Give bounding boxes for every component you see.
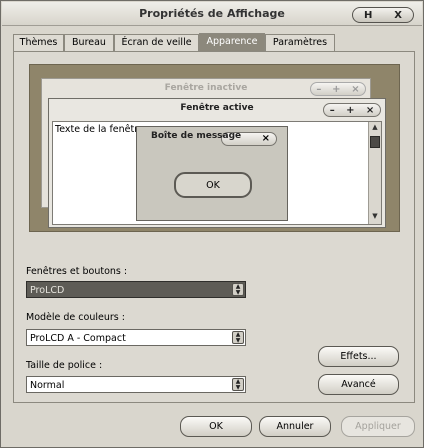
chevron-updown-icon[interactable]: ▲ ▼ bbox=[232, 331, 244, 344]
font-size-value: Normal bbox=[30, 380, 65, 391]
preview-scrollbar: ▲ ▼ bbox=[368, 122, 381, 224]
effects-button[interactable]: Effets... bbox=[318, 346, 399, 367]
preview-message-box: × Boîte de message OK bbox=[136, 126, 288, 221]
font-size-select[interactable]: Normal ▲ ▼ bbox=[26, 376, 246, 393]
apply-button[interactable]: Appliquer bbox=[341, 416, 415, 437]
windows-buttons-label: Fenêtres et boutons : bbox=[26, 266, 128, 277]
chevron-updown-icon[interactable]: ▲ ▼ bbox=[232, 283, 244, 296]
tab-appearance[interactable]: Apparence bbox=[199, 33, 265, 51]
title-bar[interactable]: Propriétés de Affichage H X bbox=[2, 2, 422, 26]
message-box-title: Boîte de message bbox=[151, 131, 242, 141]
title-bar-buttons: H X bbox=[352, 7, 414, 23]
tab-desktop[interactable]: Bureau bbox=[64, 34, 114, 51]
scroll-thumb bbox=[370, 136, 380, 148]
color-scheme-select[interactable]: ProLCD A - Compact ▲ ▼ bbox=[26, 329, 246, 346]
tab-screensaver[interactable]: Écran de veille bbox=[114, 34, 199, 51]
close-icon: × bbox=[365, 104, 375, 116]
inactive-window-controls: – + × bbox=[310, 82, 366, 96]
close-button[interactable]: X bbox=[394, 10, 402, 21]
maximize-icon: + bbox=[346, 104, 355, 116]
scroll-down-icon: ▼ bbox=[372, 212, 378, 220]
ok-button[interactable]: OK bbox=[180, 416, 252, 437]
maximize-icon: + bbox=[332, 83, 341, 95]
scroll-up-icon: ▲ bbox=[372, 123, 378, 131]
window-text: Texte de la fenêtre bbox=[55, 124, 144, 135]
tab-themes[interactable]: Thèmes bbox=[13, 34, 64, 51]
preview-ok-button: OK bbox=[174, 172, 252, 198]
color-scheme-label: Modèle de couleurs : bbox=[26, 312, 125, 323]
advanced-button[interactable]: Avancé bbox=[318, 374, 399, 395]
tab-settings[interactable]: Paramètres bbox=[265, 34, 335, 51]
windows-buttons-value: ProLCD bbox=[30, 285, 65, 296]
cancel-button[interactable]: Annuler bbox=[259, 416, 331, 437]
font-size-label: Taille de police : bbox=[26, 360, 103, 371]
minimize-icon: – bbox=[329, 104, 335, 116]
color-scheme-value: ProLCD A - Compact bbox=[30, 333, 126, 344]
active-window-controls: – + × bbox=[323, 103, 381, 117]
chevron-updown-icon[interactable]: ▲ ▼ bbox=[232, 378, 244, 391]
help-button[interactable]: H bbox=[364, 10, 372, 21]
minimize-icon: – bbox=[316, 83, 322, 95]
display-properties-window: Propriétés de Affichage H X Thèmes Burea… bbox=[0, 0, 424, 448]
close-icon: × bbox=[351, 83, 360, 95]
windows-buttons-select[interactable]: ProLCD ▲ ▼ bbox=[26, 281, 246, 298]
